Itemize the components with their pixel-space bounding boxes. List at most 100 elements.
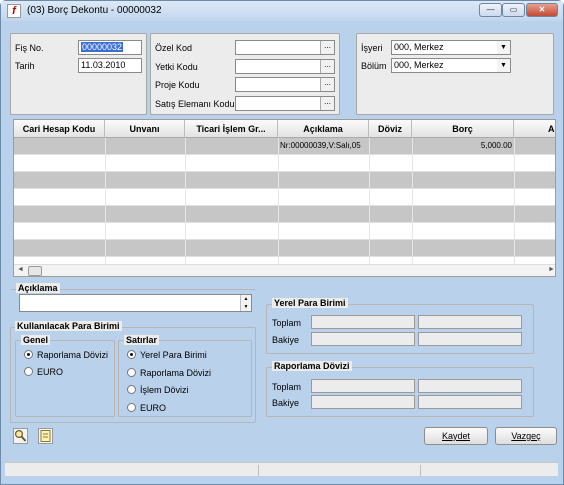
column-header-ticari-islem-grubu[interactable]: Ticari İşlem Gr... [185, 120, 278, 138]
grid-divider [105, 138, 106, 264]
grid-divider [412, 138, 413, 264]
proje-kodu-label: Proje Kodu [155, 80, 200, 90]
note-icon[interactable] [38, 428, 53, 444]
grid-divider [278, 138, 279, 264]
genel-option-label: EURO [37, 367, 64, 377]
spin-down-icon[interactable]: ▼ [241, 303, 251, 311]
isyeri-value: 000, Merkez [394, 42, 444, 52]
raporlama-toplam-field-2 [418, 379, 522, 393]
row-borc-cell: 5,000.00 [480, 141, 512, 150]
maximize-button[interactable]: ▭ [502, 3, 525, 17]
raporlama-bakiye-field-1 [311, 395, 415, 409]
table-row[interactable] [14, 206, 555, 223]
genel-title: Genel [21, 335, 51, 345]
yerel-bakiye-label: Bakiye [272, 335, 300, 345]
satirlar-raporlama-radio[interactable] [127, 368, 136, 377]
tarih-field[interactable]: 11.03.2010 [78, 58, 142, 73]
satis-elemani-field[interactable]: ... [235, 96, 335, 111]
raporlama-toplam-label: Toplam [272, 382, 302, 392]
table-row[interactable] [14, 189, 555, 206]
fis-no-field[interactable]: 00000032 [78, 40, 142, 55]
column-header-borc[interactable]: Borç [412, 120, 514, 138]
ozel-kod-label: Özel Kod [155, 43, 193, 53]
vazgec-button[interactable]: Vazgeç [495, 427, 557, 445]
satis-elemani-lookup-button[interactable]: ... [320, 97, 334, 110]
satis-elemani-label: Satış Elemanı Kodu [155, 99, 235, 109]
proje-kodu-field[interactable]: ... [235, 77, 335, 92]
status-bar [5, 462, 558, 476]
bolum-select[interactable]: 000, Merkez ▼ [391, 58, 511, 73]
raporlama-bakiye-label: Bakiye [272, 398, 300, 408]
raporlama-bakiye-field-2 [418, 395, 522, 409]
satirlar-islem-radio[interactable] [127, 385, 136, 394]
fis-no-value: 00000032 [81, 42, 124, 52]
raporlama-toplam-field-1 [311, 379, 415, 393]
yerel-toplam-field-2 [418, 315, 522, 329]
yetki-kodu-label: Yetki Kodu [155, 62, 198, 72]
proje-kodu-lookup-button[interactable]: ... [320, 78, 334, 91]
satirlar-euro-radio[interactable] [127, 403, 136, 412]
para-birimi-title: Kullanılacak Para Birimi [15, 321, 122, 331]
yetki-kodu-field[interactable]: ... [235, 59, 335, 74]
grid-horizontal-scrollbar[interactable]: ◄ ► [14, 264, 555, 276]
minimize-button[interactable]: — [479, 3, 502, 17]
aciklama-title: Açıklama [16, 283, 60, 293]
title-bar[interactable]: f (03) Borç Dekontu - 00000032 — ▭ ✕ [1, 1, 563, 21]
yerel-para-birimi-group [266, 304, 534, 354]
isyeri-dropdown-icon[interactable]: ▼ [497, 41, 510, 54]
grid-divider [369, 138, 370, 264]
scrollbar-thumb[interactable] [28, 266, 42, 276]
yerel-toplam-label: Toplam [272, 318, 302, 328]
status-segment [420, 465, 421, 476]
yerel-para-birimi-title: Yerel Para Birimi [272, 298, 348, 308]
scroll-right-icon[interactable]: ► [548, 266, 555, 273]
bolum-label: Bölüm [361, 61, 387, 71]
table-row[interactable]: Nr:00000039,V:Salı,05 5,000.00 [14, 138, 555, 155]
satirlar-yerel-radio[interactable] [127, 350, 136, 359]
window-title: (03) Borç Dekontu - 00000032 [27, 5, 162, 16]
genel-euro-radio[interactable] [24, 367, 33, 376]
yerel-bakiye-field-2 [418, 332, 522, 346]
column-header-unvani[interactable]: Unvanı [105, 120, 185, 138]
isyeri-label: İşyeri [361, 43, 383, 53]
genel-raporlama-dovizi-radio[interactable] [24, 350, 33, 359]
raporlama-dovizi-title: Raporlama Dövizi [272, 361, 352, 371]
table-row[interactable] [14, 172, 555, 189]
scroll-left-icon[interactable]: ◄ [17, 266, 24, 273]
satirlar-option-label: İşlem Dövizi [140, 385, 189, 395]
column-header-aciklama[interactable]: Açıklama [278, 120, 369, 138]
grid-divider [185, 138, 186, 264]
app-logo-icon: f [7, 4, 21, 18]
column-header-cari-hesap-kodu[interactable]: Cari Hesap Kodu [14, 120, 105, 138]
magnifier-icon[interactable] [13, 428, 28, 444]
tarih-value: 11.03.2010 [81, 60, 126, 70]
row-aciklama-cell: Nr:00000039,V:Salı,05 [280, 141, 361, 150]
yerel-toplam-field-1 [311, 315, 415, 329]
satirlar-title: Satırlar [124, 335, 160, 345]
ozel-kod-lookup-button[interactable]: ... [320, 41, 334, 54]
ozel-kod-field[interactable]: ... [235, 40, 335, 55]
kaydet-button[interactable]: Kaydet [424, 427, 488, 445]
satirlar-option-label: Raporlama Dövizi [140, 368, 212, 378]
isyeri-select[interactable]: 000, Merkez ▼ [391, 40, 511, 55]
column-header-alacak[interactable]: Ala [514, 120, 555, 138]
table-row[interactable] [14, 223, 555, 240]
yetki-kodu-lookup-button[interactable]: ... [320, 60, 334, 73]
column-header-doviz[interactable]: Döviz [369, 120, 412, 138]
bolum-value: 000, Merkez [394, 60, 444, 70]
satirlar-option-label: Yerel Para Birimi [140, 350, 207, 360]
table-row[interactable] [14, 155, 555, 172]
grid-divider [514, 138, 515, 264]
bolum-dropdown-icon[interactable]: ▼ [497, 59, 510, 72]
genel-option-label: Raporlama Dövizi [37, 350, 109, 360]
grid-header: Cari Hesap Kodu Unvanı Ticari İşlem Gr..… [14, 120, 555, 138]
aciklama-textarea[interactable]: ▲ ▼ [19, 294, 252, 312]
yerel-bakiye-field-1 [311, 332, 415, 346]
satirlar-option-label: EURO [140, 403, 167, 413]
table-row[interactable] [14, 240, 555, 257]
close-button[interactable]: ✕ [526, 3, 558, 17]
tarih-label: Tarih [15, 61, 35, 71]
status-segment [258, 465, 259, 476]
transactions-grid[interactable]: Cari Hesap Kodu Unvanı Ticari İşlem Gr..… [13, 119, 556, 277]
spin-up-icon[interactable]: ▲ [241, 295, 251, 303]
